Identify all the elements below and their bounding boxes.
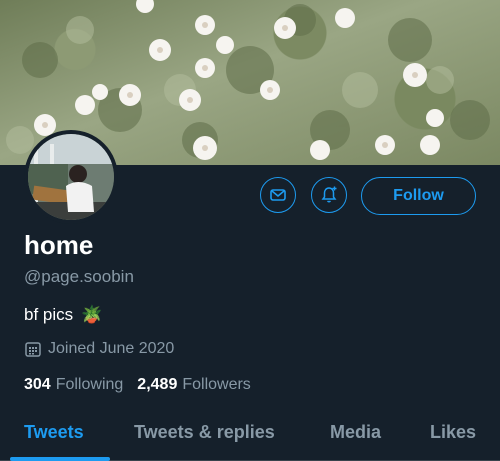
potted-plant-emoji: 🪴 bbox=[81, 305, 103, 324]
follow-stats: 304 Following 2,489 Followers bbox=[24, 376, 251, 394]
followers-label: Followers bbox=[182, 376, 251, 393]
joined-text: Joined June 2020 bbox=[48, 340, 175, 357]
profile-bio: bf pics 🪴 bbox=[24, 305, 102, 325]
calendar-icon bbox=[25, 342, 41, 357]
followers-link[interactable]: 2,489 Followers bbox=[137, 376, 251, 394]
avatar-image bbox=[28, 134, 114, 220]
bio-text: bf pics bbox=[24, 305, 74, 324]
notifications-button[interactable] bbox=[311, 177, 347, 213]
profile-handle: @page.soobin bbox=[24, 267, 134, 286]
mail-icon bbox=[270, 189, 286, 201]
tab-likes[interactable]: Likes bbox=[430, 422, 476, 443]
active-tab-indicator bbox=[10, 457, 110, 461]
bell-plus-icon bbox=[321, 186, 337, 203]
followers-count: 2,489 bbox=[137, 376, 178, 393]
tab-tweets[interactable]: Tweets bbox=[24, 422, 84, 443]
message-button[interactable] bbox=[260, 177, 296, 213]
follow-button[interactable]: Follow bbox=[361, 177, 476, 215]
following-label: Following bbox=[55, 376, 124, 393]
following-link[interactable]: 304 Following bbox=[24, 376, 123, 394]
following-count: 304 bbox=[24, 376, 51, 393]
tab-media[interactable]: Media bbox=[330, 422, 381, 443]
joined-date: Joined June 2020 bbox=[24, 340, 174, 358]
tab-tweets-replies[interactable]: Tweets & replies bbox=[134, 422, 275, 443]
profile-tabs: Tweets Tweets & replies Media Likes bbox=[0, 410, 500, 461]
profile-name: home bbox=[24, 230, 94, 260]
avatar[interactable] bbox=[24, 130, 118, 224]
